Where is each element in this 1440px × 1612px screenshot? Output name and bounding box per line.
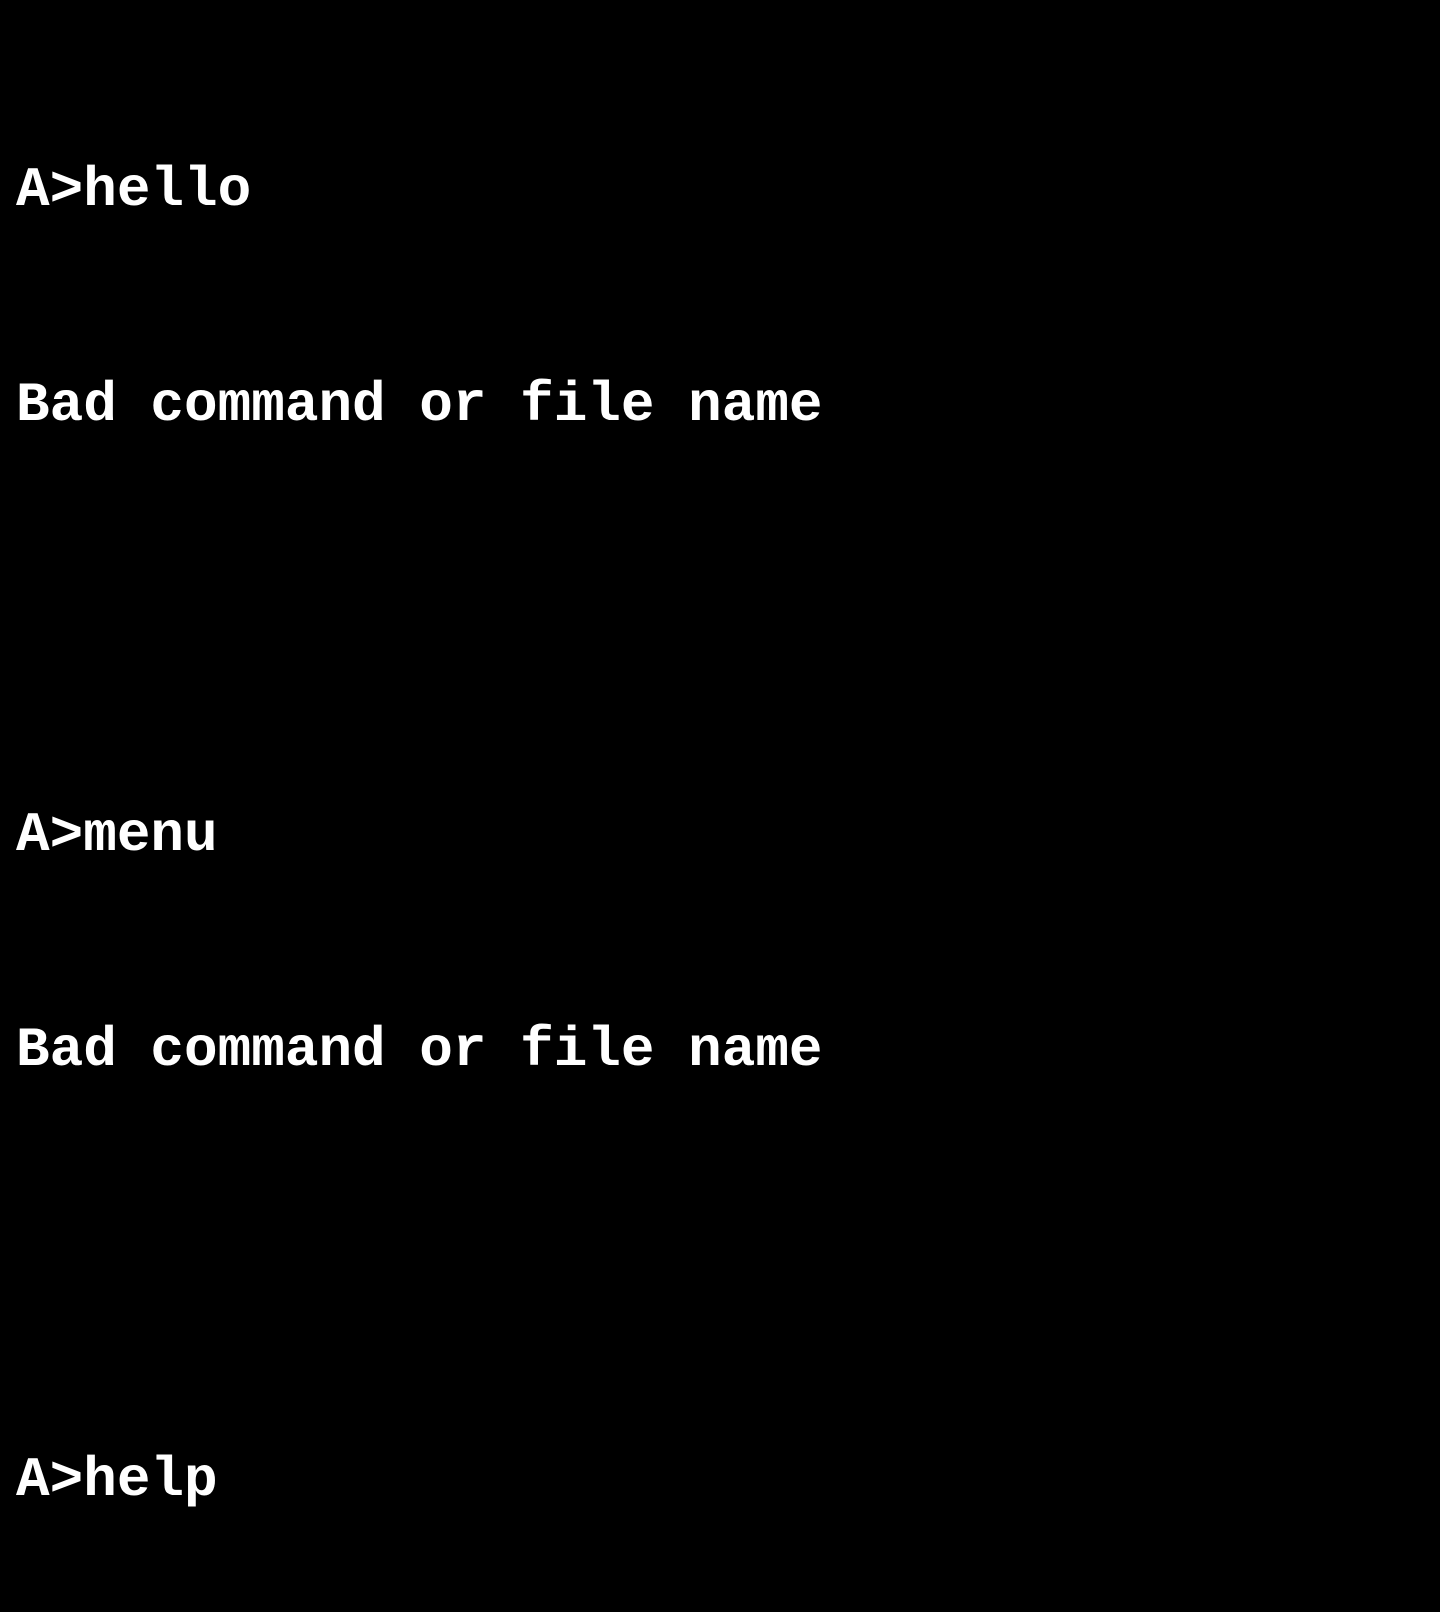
prompt-text: A>: [16, 158, 83, 222]
response-text: Bad command or file name: [16, 373, 823, 437]
command-line: A>help: [16, 1445, 1424, 1517]
response-line: Bad command or file name: [16, 1015, 1424, 1087]
response-line: Bad command or file name: [16, 370, 1424, 442]
terminal-screen[interactable]: A>hello Bad command or file name A>menu …: [16, 12, 1424, 1612]
command-text: hello: [83, 158, 251, 222]
blank-line: [16, 1230, 1424, 1302]
blank-line: [16, 585, 1424, 657]
command-line: A>menu: [16, 800, 1424, 872]
prompt-text: A>: [16, 1448, 83, 1512]
command-text: menu: [83, 803, 217, 867]
prompt-text: A>: [16, 803, 83, 867]
response-text: Bad command or file name: [16, 1018, 823, 1082]
command-line: A>hello: [16, 155, 1424, 227]
command-text: help: [83, 1448, 217, 1512]
